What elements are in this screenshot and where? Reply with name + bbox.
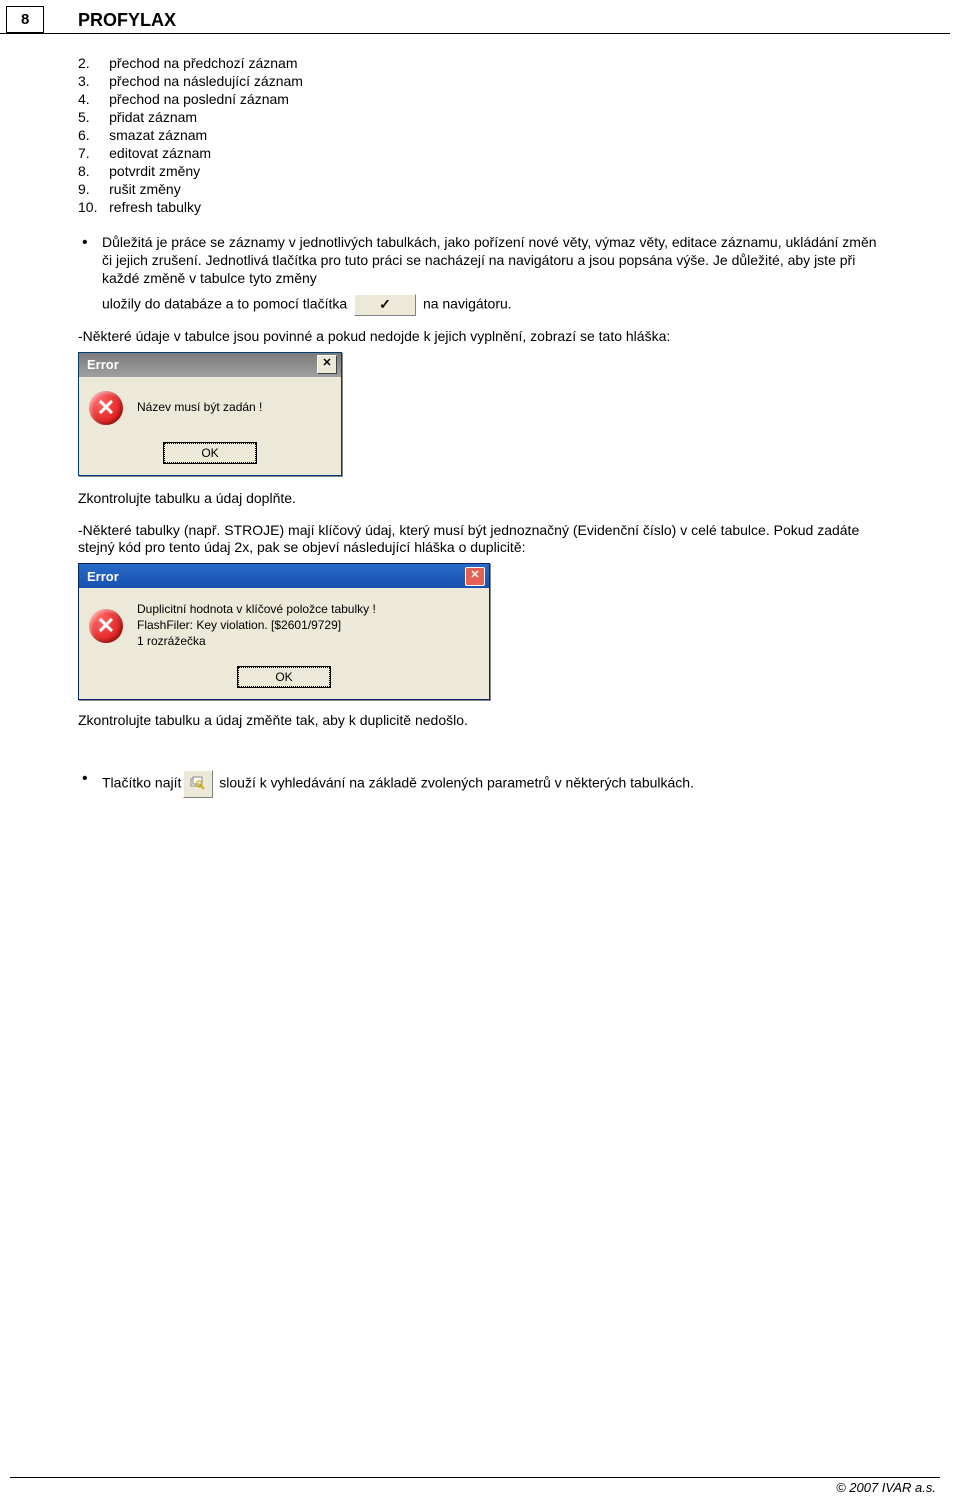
text-frag: na navigátoru.: [423, 295, 512, 311]
text-frag: Tlačítko najít: [102, 775, 181, 791]
list-text: editovat záznam: [109, 145, 211, 161]
dialog-title: Error: [87, 569, 119, 584]
error-dialog-2: Error ✕ ✕ Duplicitní hodnota v klíčové p…: [78, 563, 490, 700]
list-num: 6.: [78, 127, 90, 143]
paragraph: -Některé údaje v tabulce jsou povinné a …: [78, 328, 890, 346]
page-number: 8: [6, 6, 44, 33]
list-text: přechod na předchozí záznam: [109, 55, 297, 71]
error-dialog-1: Error ✕ ✕ Název musí být zadán ! OK: [78, 352, 342, 476]
dialog-titlebar: Error ✕: [79, 564, 489, 588]
list-num: 8.: [78, 163, 90, 179]
error-icon: ✕: [89, 391, 123, 425]
list-text: přechod na následující záznam: [109, 73, 303, 89]
list-num: 10.: [78, 199, 97, 215]
dialog-title: Error: [87, 357, 119, 372]
dialog-message-line: FlashFiler: Key violation. [$2601/9729]: [137, 618, 376, 634]
list-num: 7.: [78, 145, 90, 161]
close-icon[interactable]: ✕: [465, 567, 485, 586]
ok-button[interactable]: OK: [164, 443, 256, 463]
paragraph-inline: uložily do databáze a to pomocí tlačítka…: [102, 294, 890, 316]
dialog-titlebar: Error ✕: [79, 353, 341, 377]
dialog-message: Duplicitní hodnota v klíčové položce tab…: [137, 602, 376, 649]
paragraph: Zkontrolujte tabulku a údaj doplňte.: [78, 490, 890, 508]
list-num: 2.: [78, 55, 90, 71]
numbered-list: 2. přechod na předchozí záznam 3. přecho…: [78, 54, 890, 216]
page-footer: © 2007 IVAR a.s.: [0, 1477, 950, 1495]
find-button-icon[interactable]: [183, 770, 213, 798]
list-text: rušit změny: [109, 181, 181, 197]
list-num: 9.: [78, 181, 90, 197]
list-text: refresh tabulky: [109, 199, 201, 215]
dialog-message-line: 1 rozrážečka: [137, 634, 376, 650]
paragraph-inline: Tlačítko najít slouží k vyhledávání na z…: [102, 770, 890, 798]
ok-button[interactable]: OK: [238, 667, 330, 687]
text-frag: slouží k vyhledávání na základě zvolenýc…: [219, 775, 694, 791]
list-num: 4.: [78, 91, 90, 107]
dialog-message: Název musí být zadán !: [137, 400, 262, 416]
close-icon[interactable]: ✕: [317, 355, 337, 374]
paragraph: Zkontrolujte tabulku a údaj změňte tak, …: [78, 712, 890, 730]
list-num: 5.: [78, 109, 90, 125]
error-icon: ✕: [89, 609, 123, 643]
paragraph: Důležitá je práce se záznamy v jednotliv…: [102, 234, 890, 288]
list-text: přidat záznam: [109, 109, 197, 125]
list-text: potvrdit změny: [109, 163, 200, 179]
list-text: přechod na poslední záznam: [109, 91, 289, 107]
paragraph: -Některé tabulky (např. STROJE) mají klí…: [78, 522, 890, 558]
page-title: PROFYLAX: [0, 0, 950, 34]
list-text: smazat záznam: [109, 127, 207, 143]
dialog-message-line: Duplicitní hodnota v klíčové položce tab…: [137, 602, 376, 618]
list-num: 3.: [78, 73, 90, 89]
copyright: © 2007 IVAR a.s.: [0, 1480, 950, 1495]
text-frag: uložily do databáze a to pomocí tlačítka: [102, 295, 347, 311]
confirm-button-icon[interactable]: ✓: [354, 294, 416, 316]
